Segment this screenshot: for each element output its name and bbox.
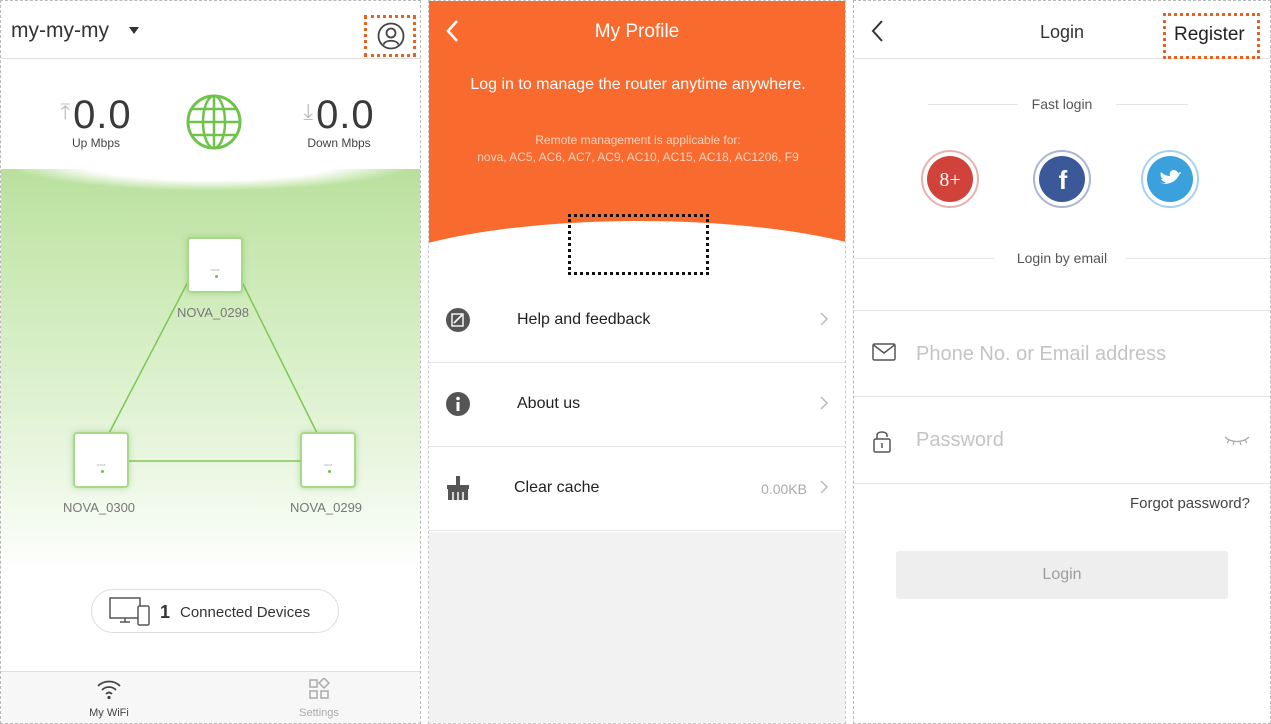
login-header: Login Register xyxy=(854,1,1270,59)
register-highlight: Register xyxy=(1163,13,1260,59)
supported-models: nova, AC5, AC6, AC7, AC9, AC10, AC15, AC… xyxy=(477,150,799,164)
cache-size: 0.00KB xyxy=(761,481,807,497)
node-label-0298: NOVA_0298 xyxy=(177,305,250,320)
page-title: My Profile xyxy=(594,21,680,42)
device-count: 1 xyxy=(160,602,171,622)
facebook-icon[interactable]: f xyxy=(1032,149,1092,209)
home-screen: my-my-my ⤒0.0 Up Mbps ⤓0.0 Down Mbps nov… xyxy=(0,0,421,724)
menu-item-about-us[interactable]: About us xyxy=(429,363,845,447)
google-plus-icon[interactable]: 8+ xyxy=(920,149,980,209)
envelope-icon xyxy=(872,343,896,361)
edit-icon xyxy=(446,308,470,332)
svg-text:8+: 8+ xyxy=(939,169,960,191)
node-label-0299: NOVA_0299 xyxy=(290,500,363,515)
login-screen: Login Register Fast login 8+ f Login by … xyxy=(853,0,1271,724)
node-label-0300: NOVA_0300 xyxy=(63,500,136,515)
tab-my-wifi-label: My WiFi xyxy=(89,707,129,719)
fast-login-heading: Fast login xyxy=(1031,96,1093,112)
mesh-node-0300[interactable]: nova xyxy=(73,432,129,488)
menu-item-clear-cache[interactable]: Clear cache 0.00KB xyxy=(429,447,845,531)
menu-item-label: Clear cache xyxy=(514,479,600,496)
remote-note-line: Remote management is applicable for: xyxy=(535,133,741,147)
tab-settings-label: Settings xyxy=(299,707,339,719)
menu-item-help-feedback[interactable]: Help and feedback xyxy=(429,279,845,363)
broom-icon xyxy=(447,476,469,500)
connected-devices-button[interactable]: 1 Connected Devices xyxy=(91,589,339,633)
svg-text:f: f xyxy=(1059,165,1068,195)
mesh-node-0299[interactable]: nova xyxy=(300,432,356,488)
profile-screen: My Profile Log in to manage the router a… xyxy=(428,0,846,724)
twitter-icon[interactable] xyxy=(1140,149,1200,209)
login-submit-button[interactable]: Login xyxy=(896,551,1228,599)
menu-item-label: Help and feedback xyxy=(517,311,651,328)
register-button[interactable]: Register xyxy=(1174,24,1245,46)
mesh-node-0298[interactable]: nova xyxy=(187,237,243,293)
lock-icon xyxy=(873,431,891,453)
grid-icon xyxy=(309,676,331,699)
email-input-placeholder: Phone No. or Email address xyxy=(916,343,1167,365)
password-field[interactable]: Password xyxy=(854,397,1270,484)
password-input-placeholder: Password xyxy=(916,429,1004,451)
chevron-right-icon xyxy=(820,312,829,326)
tab-settings[interactable]: Settings xyxy=(259,676,379,719)
devices-icon xyxy=(109,597,150,626)
connected-devices-label: Connected Devices xyxy=(180,604,311,621)
wifi-icon xyxy=(97,680,121,700)
chevron-right-icon xyxy=(820,480,829,494)
info-icon xyxy=(446,392,470,416)
login-button[interactable]: Login xyxy=(577,223,699,263)
bottom-tab-bar: My WiFi Settings xyxy=(1,671,420,723)
menu-item-label: About us xyxy=(517,395,581,412)
chevron-right-icon xyxy=(820,396,829,410)
login-highlight: Login xyxy=(568,214,709,275)
eye-closed-icon[interactable] xyxy=(1224,435,1250,445)
email-field[interactable]: Phone No. or Email address xyxy=(854,310,1270,397)
login-prompt-text: Log in to manage the router anytime anyw… xyxy=(470,76,806,93)
forgot-password-link[interactable]: Forgot password? xyxy=(1130,495,1250,512)
remote-management-note: Remote management is applicable for: nov… xyxy=(449,132,827,166)
tab-my-wifi[interactable]: My WiFi xyxy=(49,678,169,719)
